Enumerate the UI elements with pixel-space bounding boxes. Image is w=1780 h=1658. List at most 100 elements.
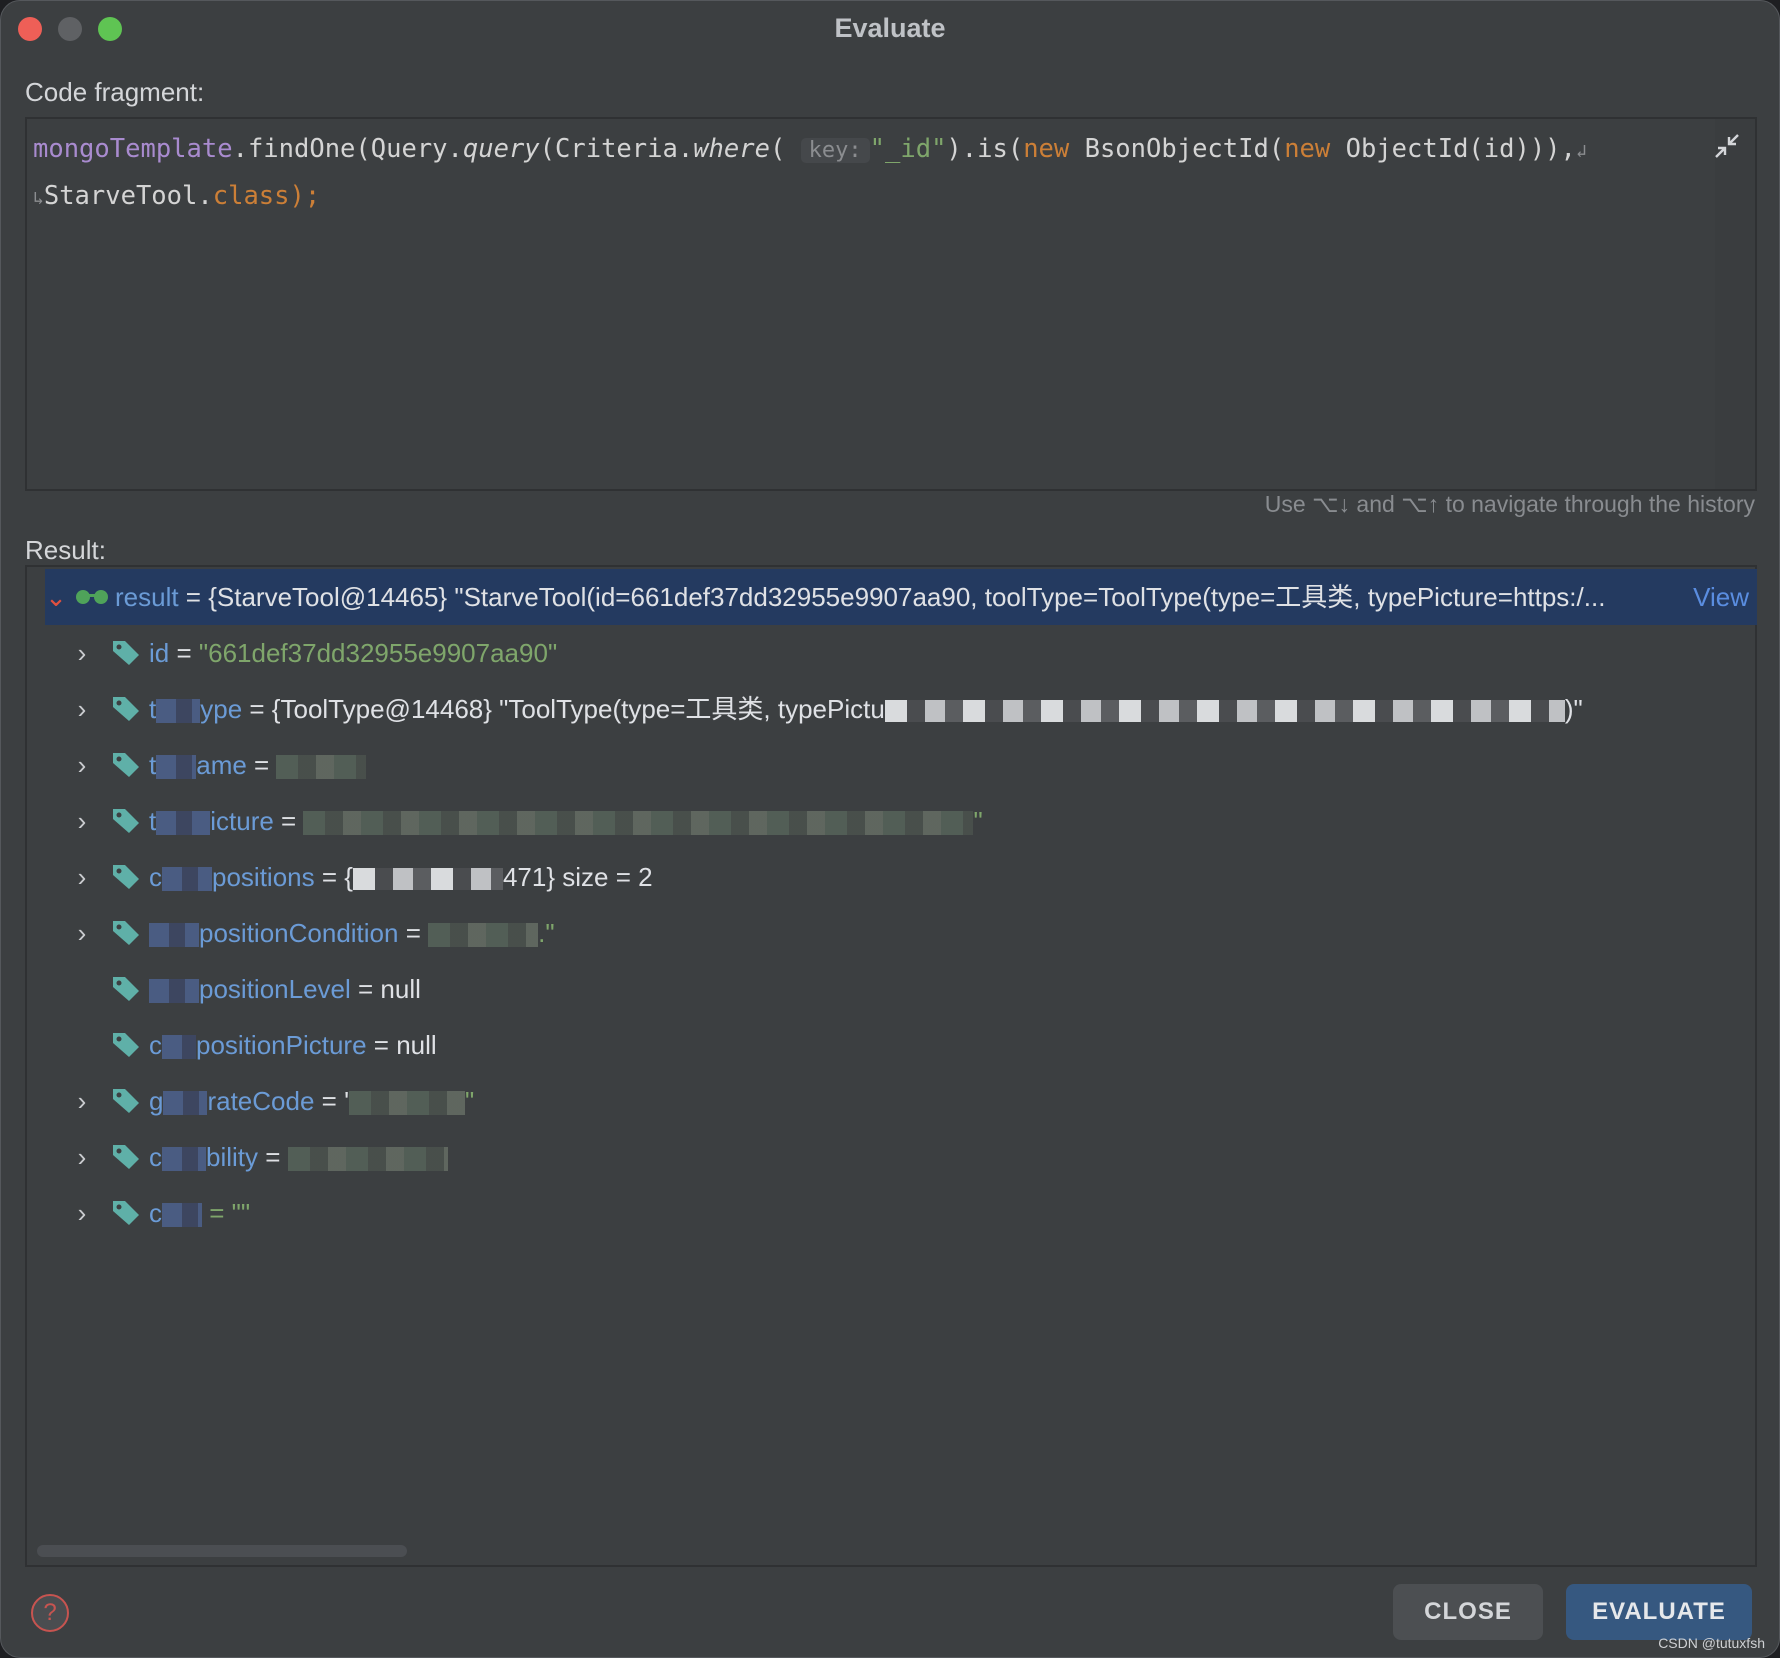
code-token: ObjectId(id))), bbox=[1330, 134, 1576, 164]
tree-row[interactable]: › id = "661def37dd32955e9907aa90" bbox=[27, 625, 1755, 681]
tree-row[interactable]: › g rateCode = ' " bbox=[27, 1073, 1755, 1129]
redacted-block bbox=[349, 1091, 466, 1116]
variable-name: bility bbox=[206, 1142, 259, 1172]
chevron-right-icon[interactable]: › bbox=[71, 625, 93, 681]
soft-wrap-icon: ↲ bbox=[1575, 141, 1587, 162]
field-tag-icon bbox=[113, 1033, 139, 1057]
code-editor[interactable]: mongoTemplate.findOne(Query.query(Criter… bbox=[25, 117, 1757, 491]
variable-name: c bbox=[149, 1198, 162, 1228]
code-fragment-label: Code fragment: bbox=[25, 77, 205, 107]
redacted-block bbox=[162, 867, 212, 892]
variable-name: c bbox=[149, 1142, 162, 1172]
redacted-block bbox=[149, 923, 199, 948]
field-tag-icon bbox=[113, 1089, 139, 1113]
tree-row-text: c positions = {471} size = 2 bbox=[149, 849, 653, 905]
evaluate-button[interactable]: EVALUATE bbox=[1566, 1584, 1752, 1640]
chevron-down-icon[interactable]: ⌄ bbox=[45, 569, 67, 625]
redacted-block bbox=[884, 700, 1565, 723]
variable-name: positions bbox=[212, 862, 315, 892]
tree-row[interactable]: › t ame = bbox=[27, 737, 1755, 793]
variable-value: = { bbox=[321, 862, 353, 892]
redacted-block bbox=[156, 755, 197, 780]
redacted-block bbox=[303, 811, 974, 836]
code-token: ); bbox=[289, 181, 321, 211]
evaluate-dialog: Evaluate Code fragment: mongoTemplate.fi… bbox=[0, 0, 1780, 1658]
title-bar: Evaluate bbox=[1, 1, 1779, 57]
tree-row-text: c positionPicture = null bbox=[149, 1017, 437, 1073]
result-tree[interactable]: ⌄ result = {StarveTool@14465} "StarveToo… bbox=[25, 565, 1757, 1567]
redacted-block bbox=[156, 699, 201, 724]
variable-value: "661def37dd32955e9907aa90" bbox=[198, 638, 558, 668]
chevron-right-icon[interactable]: › bbox=[71, 905, 93, 961]
chevron-right-icon[interactable]: › bbox=[71, 1073, 93, 1129]
code-line-2: ↳StarveTool.class); bbox=[33, 174, 1675, 221]
field-tag-icon bbox=[113, 1145, 139, 1169]
tree-row[interactable]: › t ype = {ToolType@14468} "ToolType(type… bbox=[27, 681, 1755, 737]
view-link[interactable]: View bbox=[1693, 569, 1749, 625]
parameter-hint: key: bbox=[800, 138, 870, 163]
tree-row[interactable]: › c positions = {471} size = 2 bbox=[27, 849, 1755, 905]
field-tag-icon bbox=[113, 921, 139, 945]
code-token: (Criteria. bbox=[539, 134, 694, 164]
variable-value: = ' bbox=[321, 1086, 350, 1116]
field-tag-icon bbox=[113, 641, 139, 665]
variable-value: = {StarveTool@14465} "StarveTool(id=661d… bbox=[178, 582, 1606, 612]
code-text[interactable]: mongoTemplate.findOne(Query.query(Criter… bbox=[33, 127, 1675, 221]
tree-row-text: g rateCode = ' " bbox=[149, 1073, 474, 1129]
variable-name: result bbox=[115, 582, 179, 612]
variable-value: = null bbox=[358, 974, 421, 1004]
variable-name: rateCode bbox=[207, 1086, 315, 1116]
redacted-block bbox=[162, 1147, 206, 1172]
collapse-editor-icon[interactable] bbox=[1711, 133, 1743, 165]
tree-row[interactable]: › c bility = bbox=[27, 1129, 1755, 1185]
variable-name: icture bbox=[210, 806, 274, 836]
tree-row-text: positionCondition = ." bbox=[149, 905, 555, 961]
variable-value: = bbox=[281, 806, 297, 836]
chevron-right-icon[interactable]: › bbox=[71, 849, 93, 905]
variable-name: positionLevel bbox=[199, 974, 351, 1004]
code-token: query bbox=[462, 134, 540, 164]
redacted-block bbox=[156, 811, 211, 836]
redacted-block bbox=[162, 1035, 196, 1060]
code-token: new bbox=[1284, 134, 1331, 164]
code-token: where bbox=[693, 134, 770, 164]
tree-row[interactable]: › c = "" bbox=[27, 1185, 1755, 1241]
chevron-right-icon[interactable]: › bbox=[71, 1185, 93, 1241]
tree-row-result[interactable]: ⌄ result = {StarveTool@14465} "StarveToo… bbox=[45, 569, 1757, 625]
chevron-right-icon[interactable]: › bbox=[71, 1129, 93, 1185]
redacted-block bbox=[163, 1091, 208, 1116]
variable-value: = bbox=[405, 918, 421, 948]
variable-name: c bbox=[149, 1030, 162, 1060]
chevron-right-icon[interactable]: › bbox=[71, 793, 93, 849]
field-tag-icon bbox=[113, 977, 139, 1001]
variable-name: c bbox=[149, 862, 162, 892]
tree-row[interactable]: positionLevel = null bbox=[27, 961, 1755, 1017]
tree-row[interactable]: › positionCondition = ." bbox=[27, 905, 1755, 961]
variable-value: = "" bbox=[209, 1198, 251, 1228]
tree-row[interactable]: c positionPicture = null bbox=[27, 1017, 1755, 1073]
history-hint: Use ⌥↓ and ⌥↑ to navigate through the hi… bbox=[1264, 491, 1755, 517]
redacted-block bbox=[276, 755, 367, 780]
variable-name: t bbox=[149, 694, 157, 724]
variable-name: ype bbox=[200, 694, 243, 724]
field-tag-icon bbox=[113, 753, 139, 777]
close-button[interactable]: CLOSE bbox=[1393, 1584, 1543, 1640]
variable-name: t bbox=[149, 750, 157, 780]
variable-value: = bbox=[254, 750, 270, 780]
watermark: CSDN @tutuxfsh bbox=[1658, 1635, 1765, 1651]
field-tag-icon bbox=[113, 697, 139, 721]
variable-name: ame bbox=[196, 750, 247, 780]
tree-row-text: positionLevel = null bbox=[149, 961, 421, 1017]
variable-value: " bbox=[973, 806, 983, 836]
chevron-right-icon[interactable]: › bbox=[71, 737, 93, 793]
code-token: StarveTool. bbox=[43, 181, 213, 211]
tree-row[interactable]: › t icture = " bbox=[27, 793, 1755, 849]
soft-wrap-icon: ↳ bbox=[33, 188, 44, 209]
variable-value: ." bbox=[538, 918, 555, 948]
help-button[interactable]: ? bbox=[31, 1594, 69, 1632]
code-token: class bbox=[212, 181, 290, 211]
chevron-right-icon[interactable]: › bbox=[71, 681, 93, 737]
editor-scrollbar-track[interactable] bbox=[1715, 119, 1755, 489]
code-token: new bbox=[1023, 134, 1070, 164]
horizontal-scrollbar[interactable] bbox=[37, 1545, 407, 1557]
